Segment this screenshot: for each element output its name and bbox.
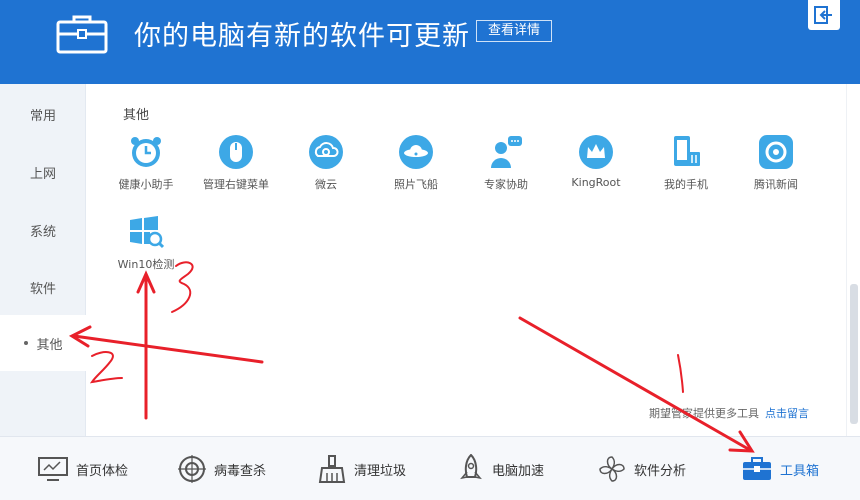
bottom-nav: 首页体检 病毒查杀 清理垃圾 电脑加速 软件分析 工具箱	[0, 436, 860, 500]
broom-icon	[318, 455, 346, 483]
news-icon	[759, 135, 793, 169]
feedback-hint: 期望管家提供更多工具 点击留言	[649, 407, 809, 420]
tool-weiyun[interactable]: 微云	[281, 134, 371, 196]
scrollbar[interactable]	[846, 84, 860, 436]
ufo-icon	[399, 135, 433, 169]
tools-panel: 其他 健康小助手 管理右键菜单 微云 照片飞船 专家协助 KingRoot 我的…	[86, 84, 846, 436]
sidebar-item-system[interactable]: 系统	[0, 210, 86, 250]
target-icon	[178, 455, 206, 483]
nav-virus-scan[interactable]: 病毒查杀	[178, 437, 266, 500]
phone-icon	[674, 136, 700, 166]
alarm-clock-icon	[131, 137, 161, 167]
mouse-icon	[219, 135, 253, 169]
sidebar-item-other[interactable]: 其他	[0, 315, 87, 371]
expert-icon	[491, 136, 522, 168]
nav-speed-up[interactable]: 电脑加速	[458, 437, 544, 500]
sidebar-item-internet[interactable]: 上网	[0, 152, 86, 192]
tool-expert-help[interactable]: 专家协助	[461, 134, 551, 196]
tool-my-phone[interactable]: 我的手机	[641, 134, 731, 196]
app-header: 你的电脑有新的软件可更新 查看详情	[0, 0, 860, 84]
tool-context-menu[interactable]: 管理右键菜单	[191, 134, 281, 196]
monitor-icon	[38, 457, 68, 481]
tool-kingroot[interactable]: KingRoot	[551, 134, 641, 196]
feedback-link[interactable]: 点击留言	[765, 407, 809, 420]
tool-photo-ship[interactable]: 照片飞船	[371, 134, 461, 196]
tool-win10-check[interactable]: Win10检测	[101, 214, 191, 276]
toolbox-icon	[56, 15, 108, 54]
category-sidebar: 常用 上网 系统 软件 其他	[0, 84, 87, 436]
scrollbar-thumb[interactable]	[850, 284, 858, 424]
cloud-icon	[309, 135, 343, 169]
view-details-button[interactable]: 查看详情	[476, 20, 552, 42]
page-title: 你的电脑有新的软件可更新	[134, 21, 470, 52]
active-dot	[24, 341, 29, 345]
sidebar-item-common[interactable]: 常用	[0, 94, 86, 134]
exit-button[interactable]	[808, 0, 840, 30]
tool-tencent-news[interactable]: 腾讯新闻	[731, 134, 821, 196]
rocket-icon	[460, 454, 482, 480]
pinwheel-icon	[599, 456, 625, 482]
windows-search-icon	[130, 216, 164, 249]
section-title: 其他	[123, 108, 150, 123]
sidebar-item-software[interactable]: 软件	[0, 267, 86, 307]
crown-icon	[579, 135, 613, 169]
toolbox-icon	[743, 457, 771, 480]
nav-toolbox[interactable]: 工具箱	[742, 437, 819, 500]
exit-icon	[814, 6, 832, 24]
tool-health-assistant[interactable]: 健康小助手	[101, 134, 191, 196]
nav-home-check[interactable]: 首页体检	[38, 437, 128, 500]
nav-clean-junk[interactable]: 清理垃圾	[318, 437, 406, 500]
nav-software-analysis[interactable]: 软件分析	[598, 437, 686, 500]
